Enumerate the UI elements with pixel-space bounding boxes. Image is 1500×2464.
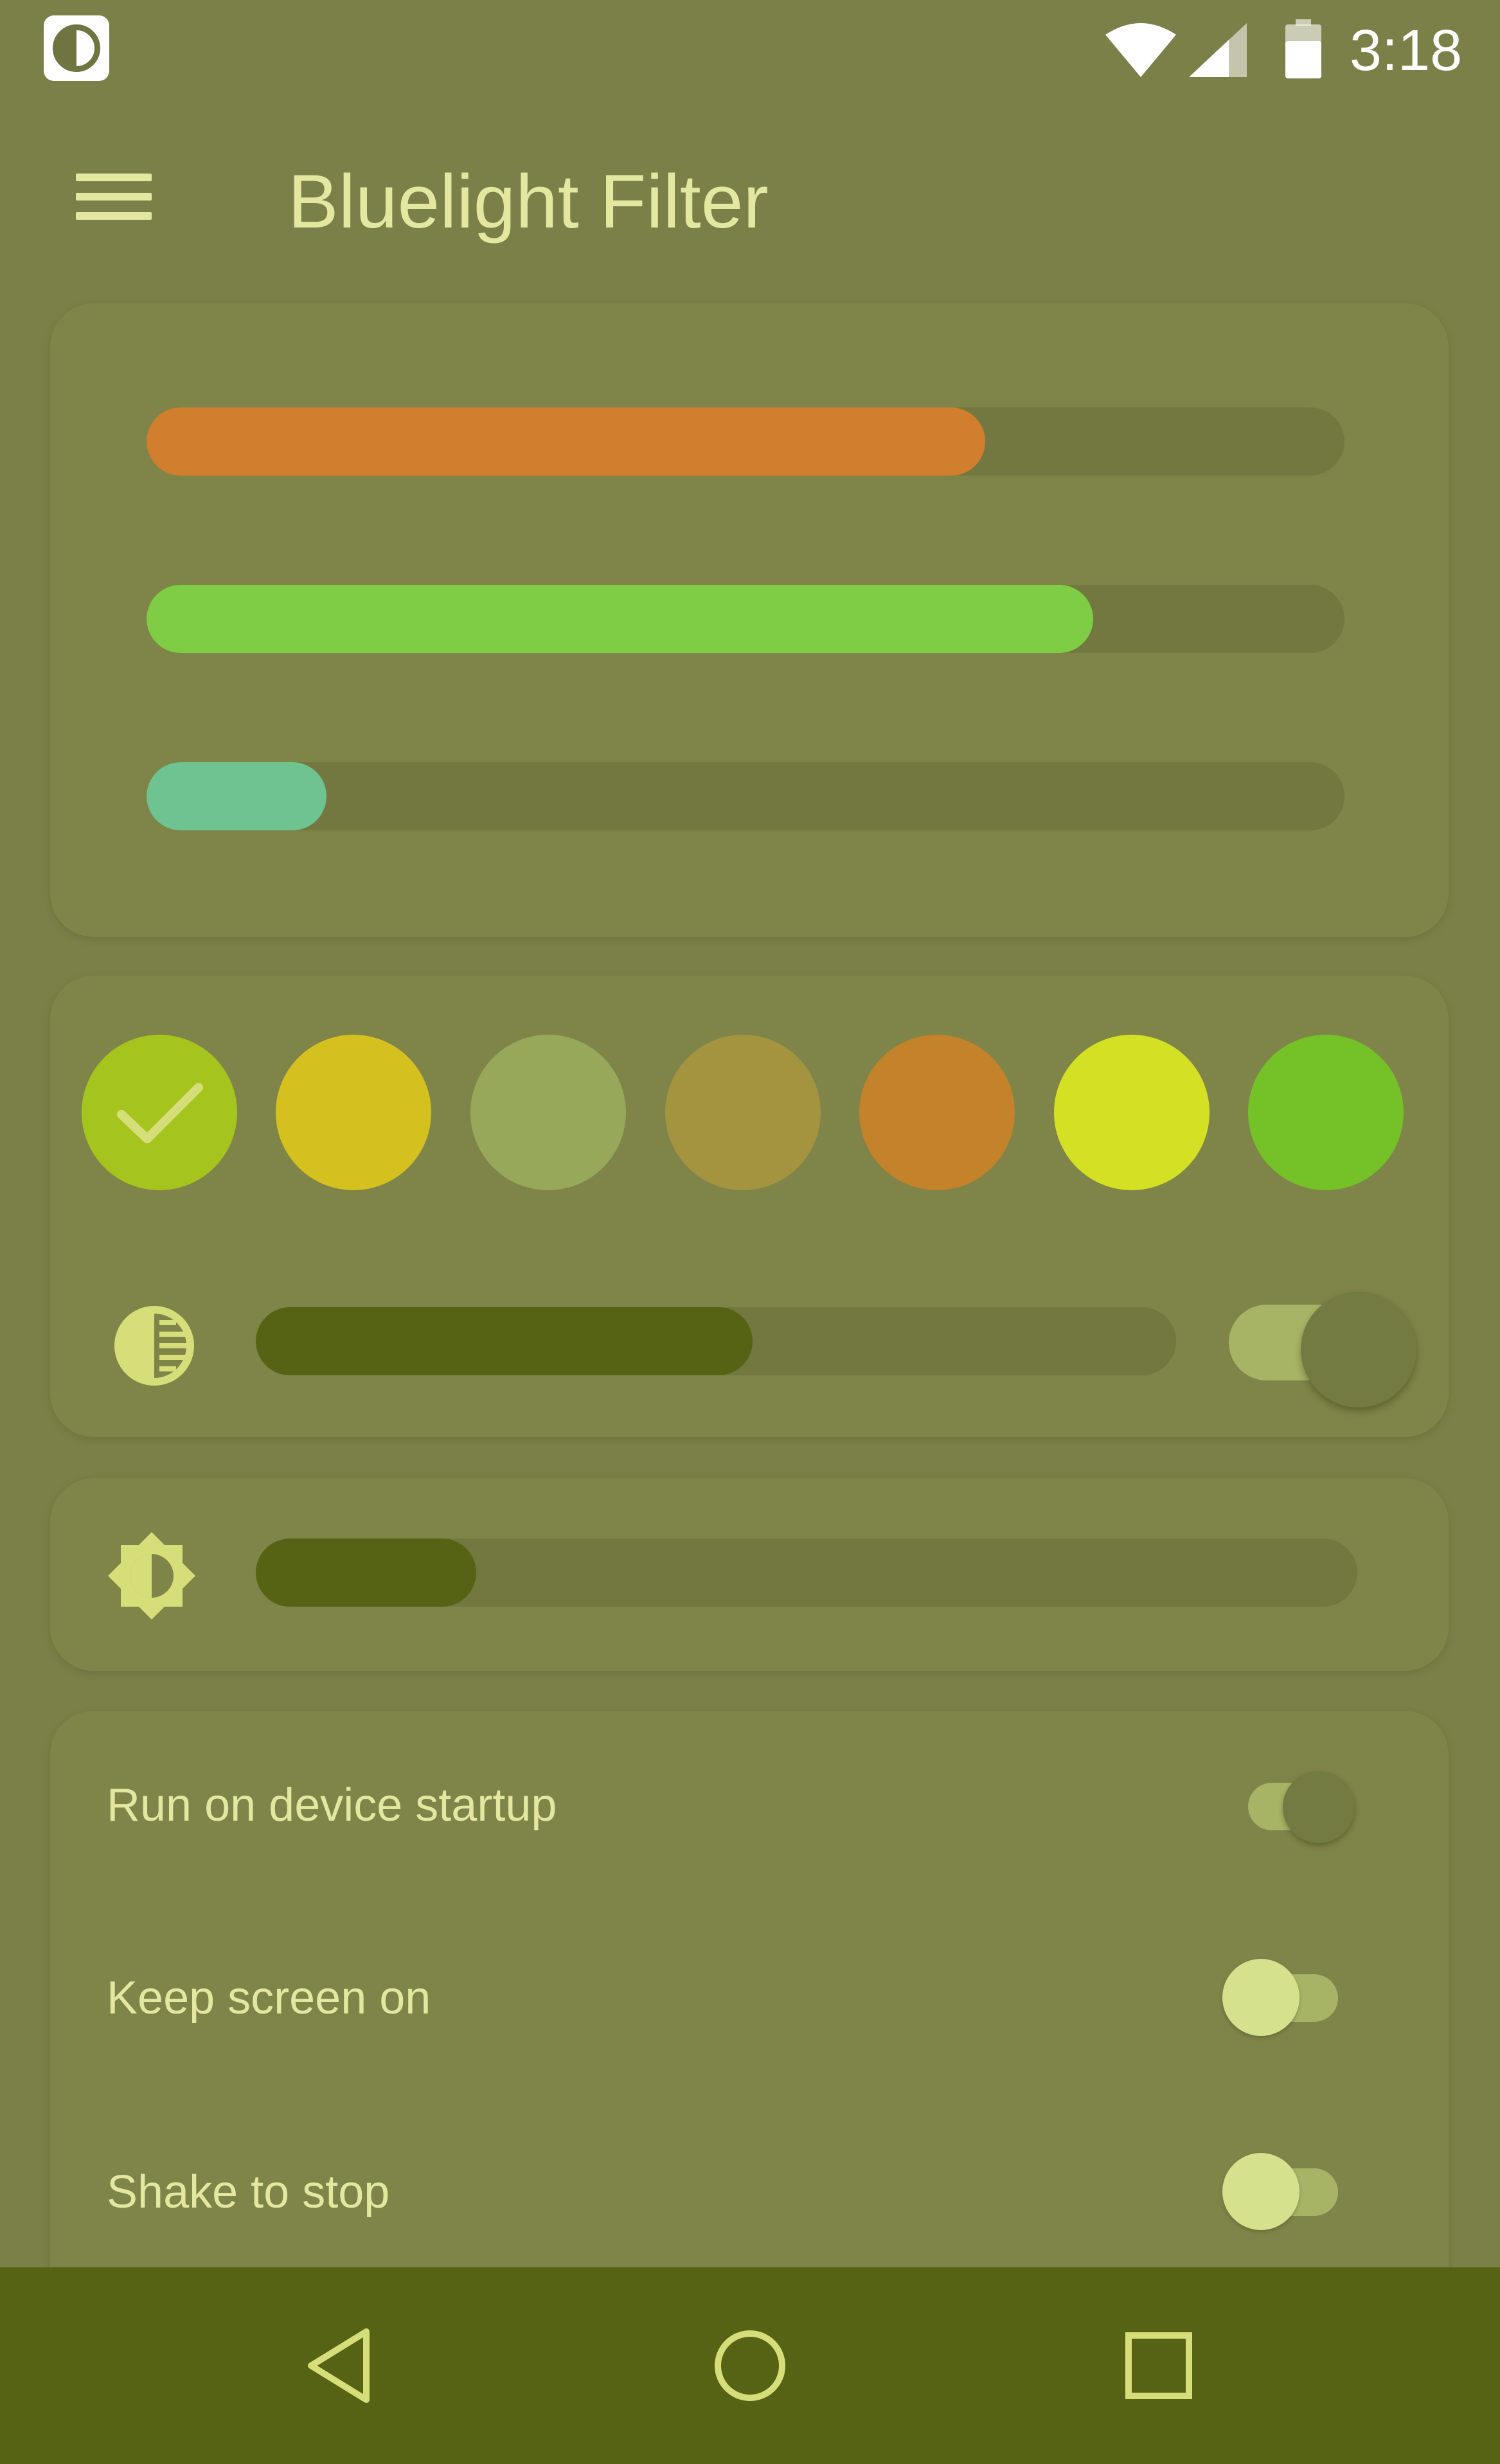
color-swatch[interactable] xyxy=(1248,1035,1404,1190)
setting-label-run-on-startup: Run on device startup xyxy=(107,1780,557,1831)
cell-signal-icon xyxy=(1189,23,1247,77)
color-swatch-selected[interactable] xyxy=(82,1035,237,1190)
status-bar: 3:18 xyxy=(0,0,1500,103)
red-slider-fill xyxy=(147,407,985,476)
shake-to-stop-toggle[interactable] xyxy=(1222,2152,1338,2231)
red-slider[interactable] xyxy=(147,407,1344,476)
brightness-slider-fill xyxy=(256,1539,476,1607)
filter-app-icon xyxy=(44,15,109,81)
toggle-thumb xyxy=(1222,2153,1299,2230)
intensity-slider-fill xyxy=(256,1307,753,1375)
battery-icon xyxy=(1285,19,1321,78)
navigation-bar xyxy=(0,2267,1500,2464)
toggle-thumb xyxy=(1283,1771,1355,1843)
setting-label-keep-screen-on: Keep screen on xyxy=(107,1972,431,2024)
back-icon[interactable] xyxy=(305,2326,373,2405)
keep-screen-on-toggle[interactable] xyxy=(1222,1958,1338,2037)
status-time: 3:18 xyxy=(1350,19,1463,83)
blue-slider[interactable] xyxy=(147,762,1344,830)
hamburger-menu-icon[interactable] xyxy=(76,167,152,225)
blue-slider-fill xyxy=(147,762,326,830)
color-swatch[interactable] xyxy=(859,1035,1015,1190)
color-swatch[interactable] xyxy=(276,1035,431,1190)
recents-icon[interactable] xyxy=(1125,2332,1193,2400)
checkmark-icon xyxy=(117,1083,203,1143)
green-slider-fill xyxy=(147,585,1093,653)
green-slider[interactable] xyxy=(147,585,1344,653)
contrast-icon xyxy=(114,1306,194,1386)
app-title: Bluelight Filter xyxy=(288,159,769,244)
brightness-slider[interactable] xyxy=(256,1539,1357,1607)
home-icon[interactable] xyxy=(713,2329,787,2402)
intensity-toggle[interactable] xyxy=(1229,1292,1416,1407)
toggle-thumb xyxy=(1301,1292,1416,1407)
color-swatch[interactable] xyxy=(1054,1035,1210,1190)
toggle-thumb xyxy=(1222,1959,1299,2036)
setting-label-shake-to-stop: Shake to stop xyxy=(107,2166,390,2218)
color-swatch[interactable] xyxy=(665,1035,821,1190)
run-on-startup-toggle[interactable] xyxy=(1248,1771,1364,1843)
color-swatch[interactable] xyxy=(470,1035,626,1190)
wifi-icon xyxy=(1105,23,1176,77)
intensity-slider[interactable] xyxy=(256,1307,1176,1375)
brightness-icon xyxy=(108,1532,195,1620)
